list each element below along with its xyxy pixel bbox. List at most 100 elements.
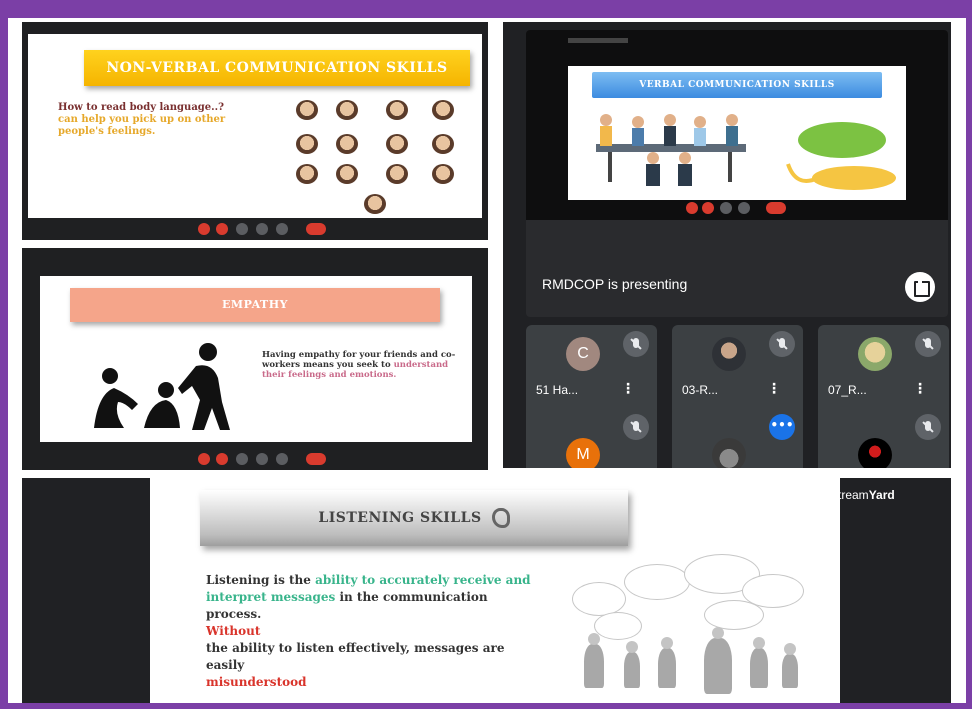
empathy-illustration-icon xyxy=(94,343,230,430)
frame-right-border xyxy=(966,0,972,709)
fullscreen-icon[interactable] xyxy=(905,272,935,302)
camera-button[interactable] xyxy=(702,202,714,214)
empathy-title: Empathy xyxy=(70,288,440,322)
emotion-face-icon xyxy=(336,164,358,184)
speech-bubble-icon xyxy=(572,582,626,616)
more-options-button[interactable] xyxy=(276,453,288,465)
stream-right-bar xyxy=(840,478,951,703)
shared-screen: Verbal communication skills xyxy=(526,30,948,220)
listening-without: Without xyxy=(206,624,261,638)
frame-left-border xyxy=(0,0,8,709)
listening-line-4: the ability to listen effectively, messa… xyxy=(206,641,505,672)
mic-off-icon xyxy=(915,331,941,357)
emotion-face-icon xyxy=(432,100,454,120)
avatar: C xyxy=(566,337,600,371)
person-figure-icon xyxy=(704,627,732,694)
avatar xyxy=(858,337,892,371)
mic-button[interactable] xyxy=(198,453,210,465)
streamyard-watermark: StreamYard xyxy=(830,488,895,502)
verbal-slide: Verbal communication skills xyxy=(568,66,906,200)
verbal-title: Verbal communication skills xyxy=(592,72,882,98)
more-options-icon[interactable]: ••• xyxy=(769,414,795,440)
emotion-face-icon xyxy=(432,134,454,154)
more-vert-icon[interactable]: ⋮ xyxy=(621,381,635,397)
mic-off-icon xyxy=(769,331,795,357)
person-figure-icon xyxy=(624,641,640,688)
empathy-text: Having empathy for your friends and co-w… xyxy=(262,350,462,380)
mic-button[interactable] xyxy=(686,202,698,214)
emotion-face-icon xyxy=(336,100,358,120)
more-options-button[interactable] xyxy=(276,223,288,235)
nonverbal-question-cont: can help you pick up on other people's f… xyxy=(58,114,226,137)
participant-name: 03-R... xyxy=(682,383,719,397)
avatar xyxy=(712,337,746,371)
emotion-face-icon xyxy=(336,134,358,154)
leave-call-button[interactable] xyxy=(766,202,786,214)
frame-top-border xyxy=(0,0,972,18)
present-button[interactable] xyxy=(256,453,268,465)
nonverbal-question-line: How to read body language..? xyxy=(58,102,224,113)
more-vert-icon[interactable]: ⋮ xyxy=(767,381,781,397)
empathy-screenshot: Empathy Having empathy for your friends … xyxy=(22,248,488,470)
emotion-face-icon xyxy=(386,100,408,120)
mic-off-icon xyxy=(915,414,941,440)
mic-button[interactable] xyxy=(198,223,210,235)
more-vert-icon[interactable]: ⋮ xyxy=(913,381,927,397)
presenting-label: RMDCOP is presenting xyxy=(542,276,688,292)
listening-title-text: Listening skills xyxy=(318,510,482,526)
camera-button[interactable] xyxy=(216,453,228,465)
participant-tile[interactable]: ••• xyxy=(672,408,803,468)
mic-off-icon xyxy=(623,414,649,440)
ear-icon xyxy=(491,508,510,528)
meet-screenshot: Verbal communication skills xyxy=(503,22,951,468)
avatar xyxy=(712,438,746,468)
captions-button[interactable] xyxy=(720,202,732,214)
leave-call-button[interactable] xyxy=(306,223,326,235)
mic-off-icon xyxy=(623,331,649,357)
present-button[interactable] xyxy=(738,202,750,214)
speech-bubble-icon xyxy=(624,564,690,600)
person-figure-icon xyxy=(658,637,676,688)
listening-title: Listening skills xyxy=(200,490,628,546)
meeting-controls xyxy=(22,218,488,240)
listening-line-1: Listening is the xyxy=(206,573,316,587)
emotion-face-icon xyxy=(364,194,386,214)
emotion-face-icon xyxy=(296,164,318,184)
participant-tile[interactable] xyxy=(818,408,949,468)
listening-misunderstood: misunderstood xyxy=(206,675,307,689)
avatar: M xyxy=(566,438,600,468)
nonverbal-title: Non-verbal communication skills xyxy=(84,50,470,86)
speech-bubble-icon xyxy=(704,600,764,630)
captions-button[interactable] xyxy=(236,453,248,465)
speech-bubble-icon xyxy=(594,612,642,640)
listening-ellipse-icon xyxy=(786,122,896,190)
camera-button[interactable] xyxy=(216,223,228,235)
listening-illustration-icon xyxy=(554,548,814,698)
listening-screenshot: StreamYard Listening skills Listening is… xyxy=(22,478,951,703)
participant-name: 51 Ha... xyxy=(536,383,579,397)
emotion-face-icon xyxy=(386,134,408,154)
avatar xyxy=(858,438,892,468)
meeting-code-text xyxy=(568,38,628,43)
person-figure-icon xyxy=(750,637,768,688)
person-figure-icon xyxy=(782,643,798,688)
empathy-slide: Empathy Having empathy for your friends … xyxy=(40,276,472,442)
meeting-table-illustration-icon xyxy=(596,114,746,186)
listening-text: Listening is the ability to accurately r… xyxy=(206,572,536,691)
emotion-face-icon xyxy=(432,164,454,184)
meeting-controls xyxy=(22,448,488,470)
nonverbal-screenshot: Non-verbal communication skills How to r… xyxy=(22,22,488,240)
nonverbal-slide: Non-verbal communication skills How to r… xyxy=(28,34,482,220)
frame-bottom-border xyxy=(0,703,972,709)
streamyard-watermark-a: Stream xyxy=(830,488,869,502)
captions-button[interactable] xyxy=(236,223,248,235)
person-figure-icon xyxy=(584,633,604,688)
streamyard-watermark-b: Yard xyxy=(868,488,895,502)
emotion-face-icon xyxy=(296,134,318,154)
present-button[interactable] xyxy=(256,223,268,235)
participant-name: 07_R... xyxy=(828,383,867,397)
nonverbal-question: How to read body language..? can help yo… xyxy=(58,102,258,138)
presentation-area: Verbal communication skills xyxy=(526,30,948,317)
leave-call-button[interactable] xyxy=(306,453,326,465)
participant-tile[interactable]: M xyxy=(526,408,657,468)
